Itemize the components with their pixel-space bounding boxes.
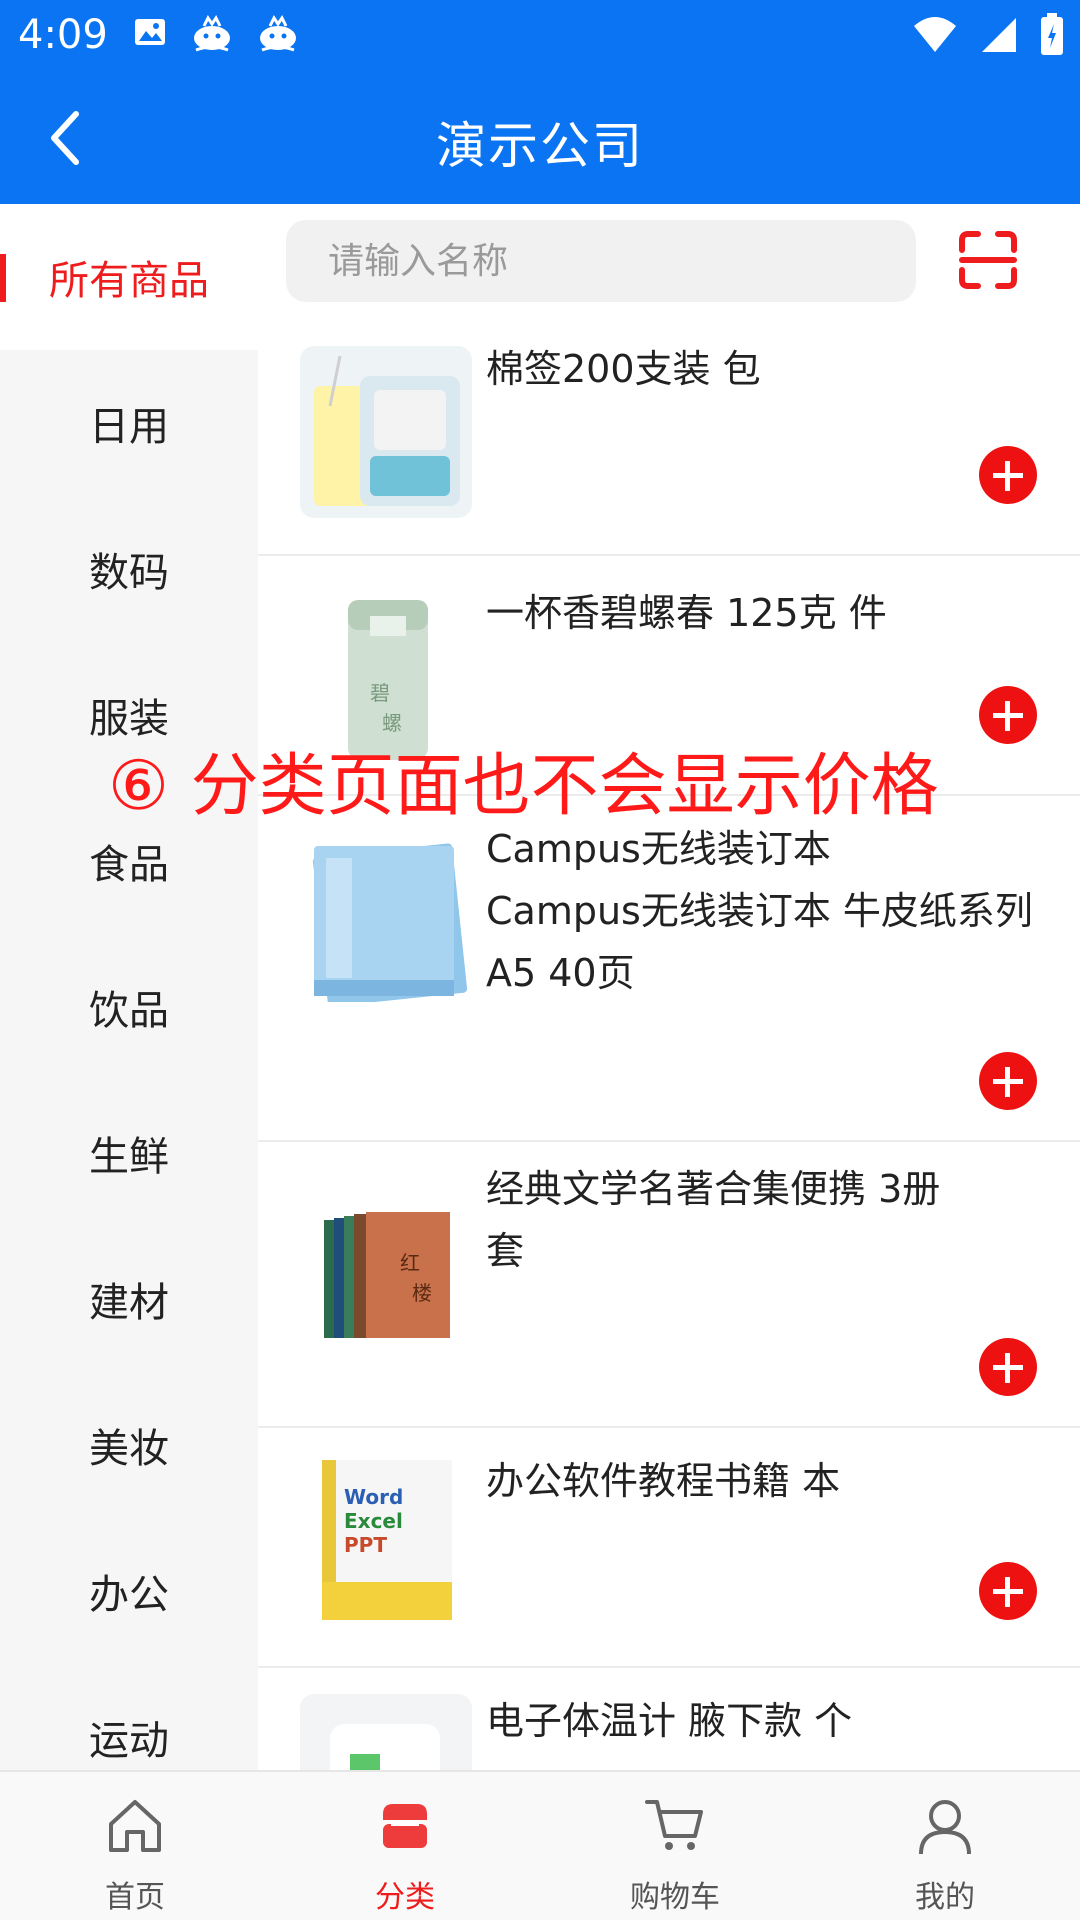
product-image: 红楼 xyxy=(300,1190,472,1362)
status-time: 4:09 xyxy=(18,12,108,58)
sidebar-item-label: 美妆 xyxy=(89,1426,169,1472)
nav-label: 首页 xyxy=(105,1880,165,1915)
signal-icon xyxy=(982,18,1016,52)
product-item[interactable]: 红楼 经典文学名著合集便携 3册 套 xyxy=(258,1142,1080,1428)
sidebar-item-label: 生鲜 xyxy=(89,1134,169,1180)
svg-text:Word: Word xyxy=(344,1485,403,1509)
scan-button[interactable] xyxy=(958,230,1018,290)
sidebar-item-label: 数码 xyxy=(89,550,169,596)
sidebar-item-label: 建材 xyxy=(89,1280,169,1326)
home-icon xyxy=(109,1800,161,1852)
sidebar-item-label: 所有商品 xyxy=(49,258,209,304)
status-bar: 4:09 xyxy=(0,0,1080,72)
status-system-icons xyxy=(912,12,1064,56)
user-icon xyxy=(919,1800,971,1855)
add-to-cart-button[interactable] xyxy=(979,686,1037,744)
sidebar-item-fresh[interactable]: 生鲜 xyxy=(0,1080,258,1226)
product-item[interactable]: 棉签200支装 包 xyxy=(258,334,1080,556)
product-item[interactable]: Word Excel PPT 办公软件教程书籍 本 xyxy=(258,1428,1080,1668)
svg-text:碧: 碧 xyxy=(370,681,390,705)
add-to-cart-button[interactable] xyxy=(979,446,1037,504)
active-indicator xyxy=(0,254,6,302)
svg-text:PPT: PPT xyxy=(344,1533,387,1557)
sidebar-item-label: 日用 xyxy=(89,404,169,450)
sidebar-item-building[interactable]: 建材 xyxy=(0,1226,258,1372)
svg-text:楼: 楼 xyxy=(412,1281,432,1305)
page-title: 演示公司 xyxy=(436,117,644,175)
sidebar-item-label: 办公 xyxy=(89,1572,169,1618)
cart-icon xyxy=(645,1800,703,1850)
product-image xyxy=(300,830,472,1002)
image-icon xyxy=(135,19,165,45)
nav-label: 我的 xyxy=(915,1880,975,1915)
sidebar-item-all-products[interactable]: 所有商品 xyxy=(0,204,258,350)
svg-text:红: 红 xyxy=(400,1251,420,1275)
sidebar-item-digital[interactable]: 数码 xyxy=(0,496,258,642)
app-notification-icon xyxy=(260,15,296,52)
nav-cart[interactable]: 购物车 xyxy=(540,1772,810,1920)
nav-profile[interactable]: 我的 xyxy=(810,1772,1080,1920)
category-icon xyxy=(383,1804,427,1848)
battery-icon xyxy=(1041,13,1063,55)
sidebar-item-daily[interactable]: 日用 xyxy=(0,350,258,496)
product-item[interactable]: 电子体温计 腋下款 个 xyxy=(258,1668,1080,1770)
search-input[interactable] xyxy=(286,220,916,302)
nav-home[interactable]: 首页 xyxy=(0,1772,270,1920)
sidebar-item-label: 饮品 xyxy=(89,988,169,1034)
sidebar-item-beauty[interactable]: 美妆 xyxy=(0,1372,258,1518)
product-name: 一杯香碧螺春 125克 件 xyxy=(486,591,887,635)
sidebar-item-drinks[interactable]: 饮品 xyxy=(0,934,258,1080)
annotation-note: ⑥ 分类页面也不会显示价格 xyxy=(108,747,939,826)
nav-label: 分类 xyxy=(375,1880,435,1915)
sidebar-item-label: 运动 xyxy=(89,1718,169,1764)
product-name: 棉签200支装 包 xyxy=(486,347,761,391)
sidebar-item-sports[interactable]: 运动 xyxy=(0,1664,258,1770)
add-to-cart-button[interactable] xyxy=(979,1562,1037,1620)
add-to-cart-button[interactable] xyxy=(979,1338,1037,1396)
nav-category[interactable]: 分类 xyxy=(270,1772,540,1920)
bottom-nav: 首页 分类 购物车 我的 xyxy=(0,1770,1080,1920)
category-sidebar: 所有商品 日用 数码 服装 食品 饮品 生鲜 建材 美妆 办公 运动 xyxy=(0,204,258,1770)
add-to-cart-button[interactable] xyxy=(979,1052,1037,1110)
product-image xyxy=(300,1694,472,1770)
product-image xyxy=(300,346,472,518)
app-notification-icon xyxy=(194,15,230,52)
product-item[interactable]: Campus无线装订本 Campus无线装订本 牛皮纸系列 A5 40页 xyxy=(258,796,1080,1142)
wifi-icon xyxy=(914,17,956,52)
product-image: Word Excel PPT xyxy=(300,1454,472,1626)
status-notification-icons xyxy=(132,14,300,54)
sidebar-item-label: 食品 xyxy=(89,842,169,888)
product-name: Campus无线装订本 Campus无线装订本 牛皮纸系列 A5 40页 xyxy=(486,827,1033,995)
svg-text:Excel: Excel xyxy=(344,1509,403,1533)
product-name: 电子体温计 腋下款 个 xyxy=(486,1699,853,1743)
nav-label: 购物车 xyxy=(630,1880,720,1915)
scan-icon xyxy=(959,231,1017,289)
product-name: 办公软件教程书籍 本 xyxy=(486,1459,841,1503)
sidebar-item-office[interactable]: 办公 xyxy=(0,1518,258,1664)
product-list: 棉签200支装 包 碧螺 一杯香碧螺春 125克 件 Campus无线装订本 C… xyxy=(258,334,1080,1770)
product-name: 经典文学名著合集便携 3册 套 xyxy=(486,1167,941,1273)
app-header: 演示公司 xyxy=(0,72,1080,204)
